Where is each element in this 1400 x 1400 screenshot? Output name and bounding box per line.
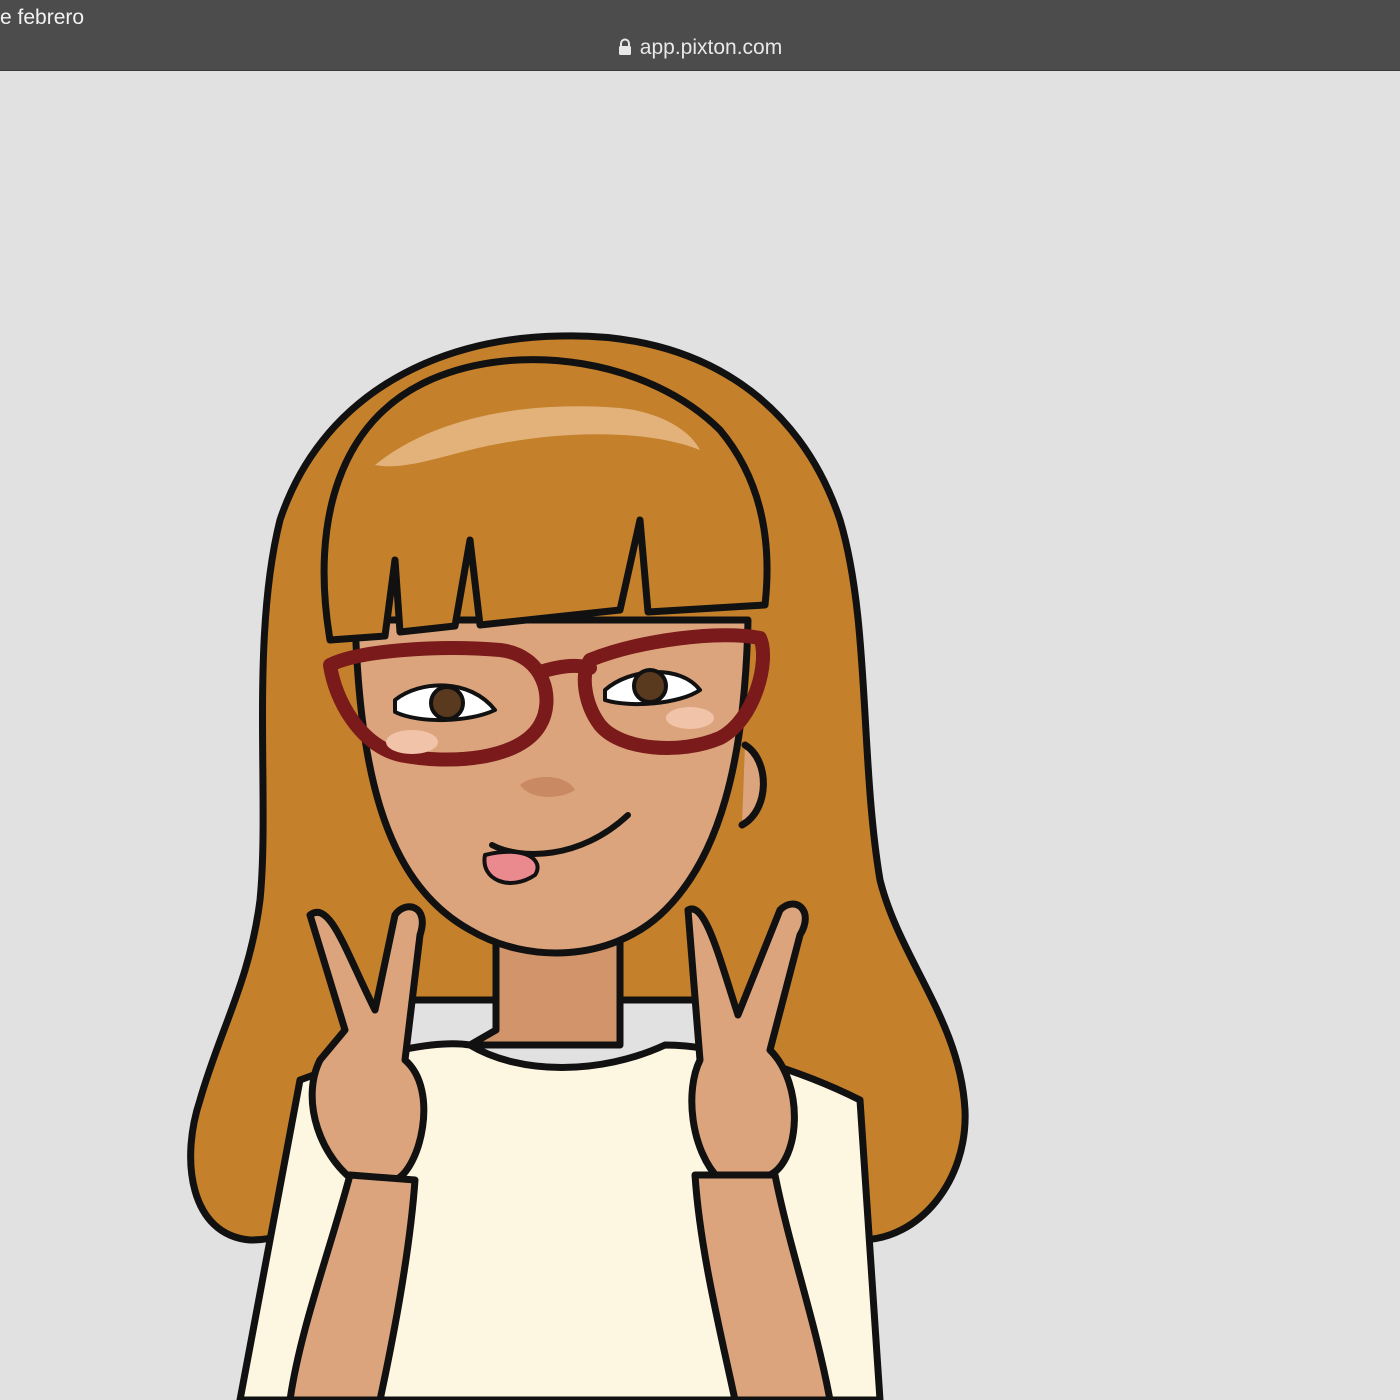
blush-left [386, 730, 438, 754]
browser-toolbar: e febrero app.pixton.com [0, 0, 1400, 71]
tongue [482, 849, 540, 885]
page-content [0, 71, 1400, 1400]
url-text: app.pixton.com [639, 36, 783, 59]
blush-right [666, 707, 714, 729]
address-bar[interactable]: app.pixton.com [0, 36, 1400, 62]
lock-icon [618, 38, 632, 62]
tab-title[interactable]: e febrero [0, 6, 84, 30]
avatar-illustration [187, 332, 969, 1400]
